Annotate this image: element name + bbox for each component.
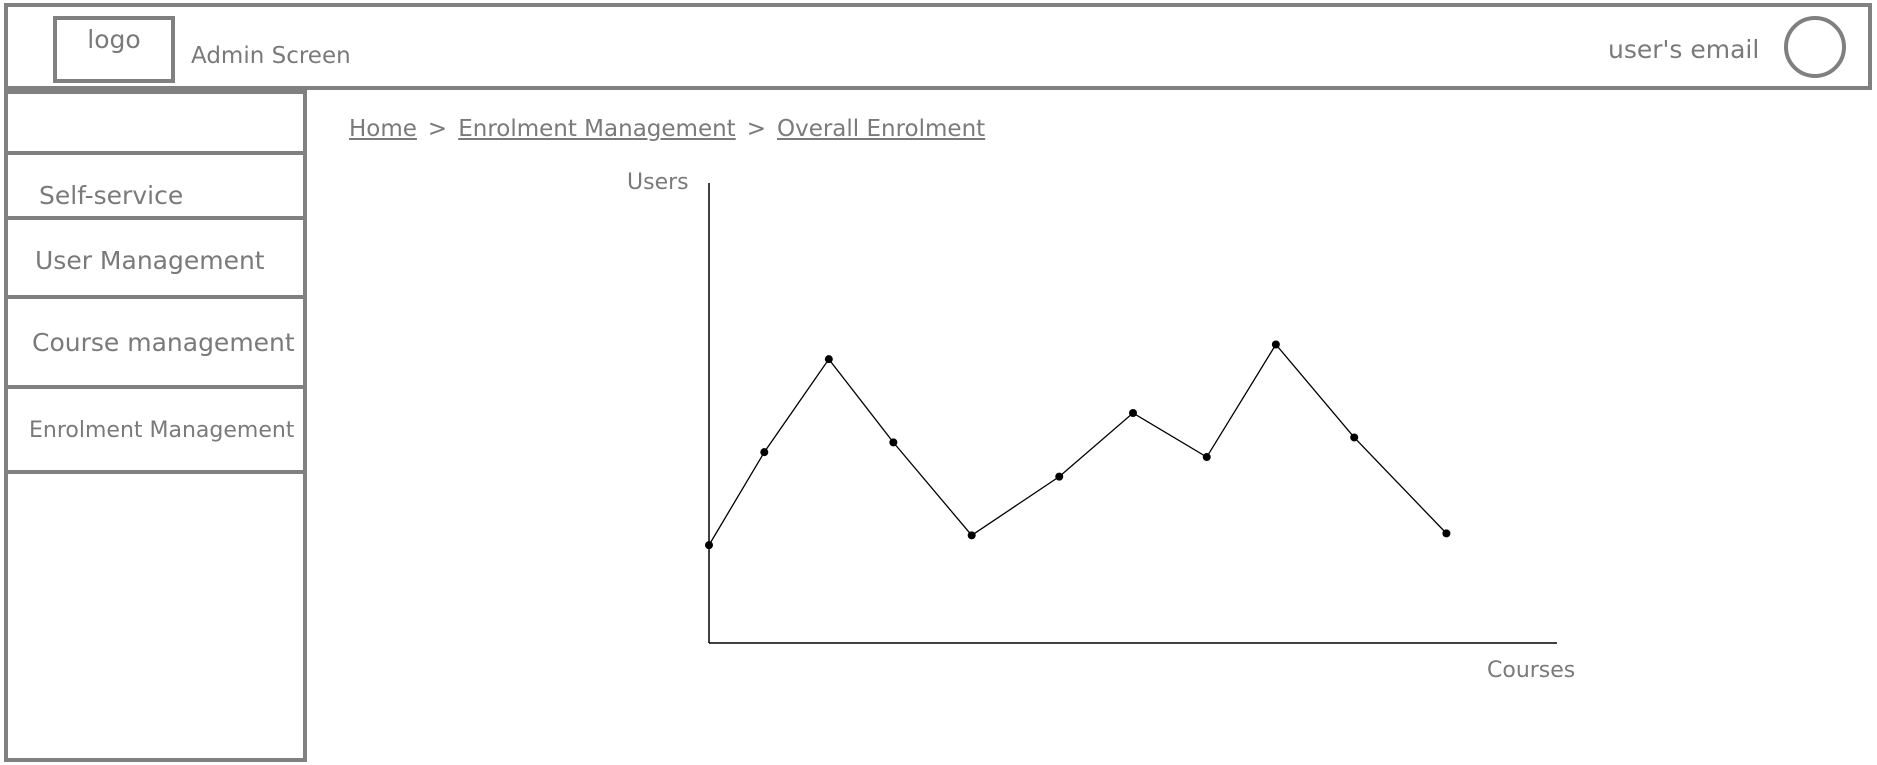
data-point-7 [1202,453,1211,462]
data-point-0 [705,541,713,550]
user-email[interactable]: user's email [1608,35,1759,64]
breadcrumb-overall-enrolment[interactable]: Overall Enrolment [777,116,985,142]
sidebar-item-course-management[interactable]: Course management [8,303,303,389]
data-point-8 [1271,340,1280,349]
data-point-5 [1055,472,1064,481]
series-line [708,343,1447,546]
data-point-6 [1129,409,1137,417]
data-point-4 [967,531,976,540]
sidebar-header-blank [8,94,303,155]
sidebar: Self-service User Management Course mana… [4,90,307,762]
sidebar-item-label: Enrolment Management [29,418,295,443]
sidebar-item-label: User Management [35,246,265,275]
breadcrumb-home[interactable]: Home [349,116,417,142]
data-point-9 [1350,433,1359,442]
breadcrumb-separator: > [746,116,766,142]
sidebar-item-label: Self-service [39,181,184,210]
breadcrumb-enrolment-management[interactable]: Enrolment Management [458,116,736,142]
data-point-10 [1442,529,1451,538]
sidebar-item-enrolment-management[interactable]: Enrolment Management [8,389,303,474]
data-point-2 [824,355,833,364]
breadcrumb-separator: > [427,116,448,142]
x-axis-label: Courses [1487,658,1575,683]
logo-text: logo [87,25,141,54]
data-point-1 [760,448,769,457]
app-header: logo Admin Screen user's email [4,3,1872,90]
sidebar-item-self-service[interactable]: Self-service [8,155,303,220]
app-title: Admin Screen [191,43,351,69]
y-axis-label: Users [627,170,689,195]
data-point-3 [889,438,898,447]
breadcrumb: Home > Enrolment Management > Overall Enrolm… [349,116,985,142]
sidebar-item-label: Course management [32,328,295,357]
avatar[interactable] [1784,16,1846,78]
logo[interactable]: logo [53,16,175,83]
sidebar-item-user-management[interactable]: User Management [8,220,303,299]
